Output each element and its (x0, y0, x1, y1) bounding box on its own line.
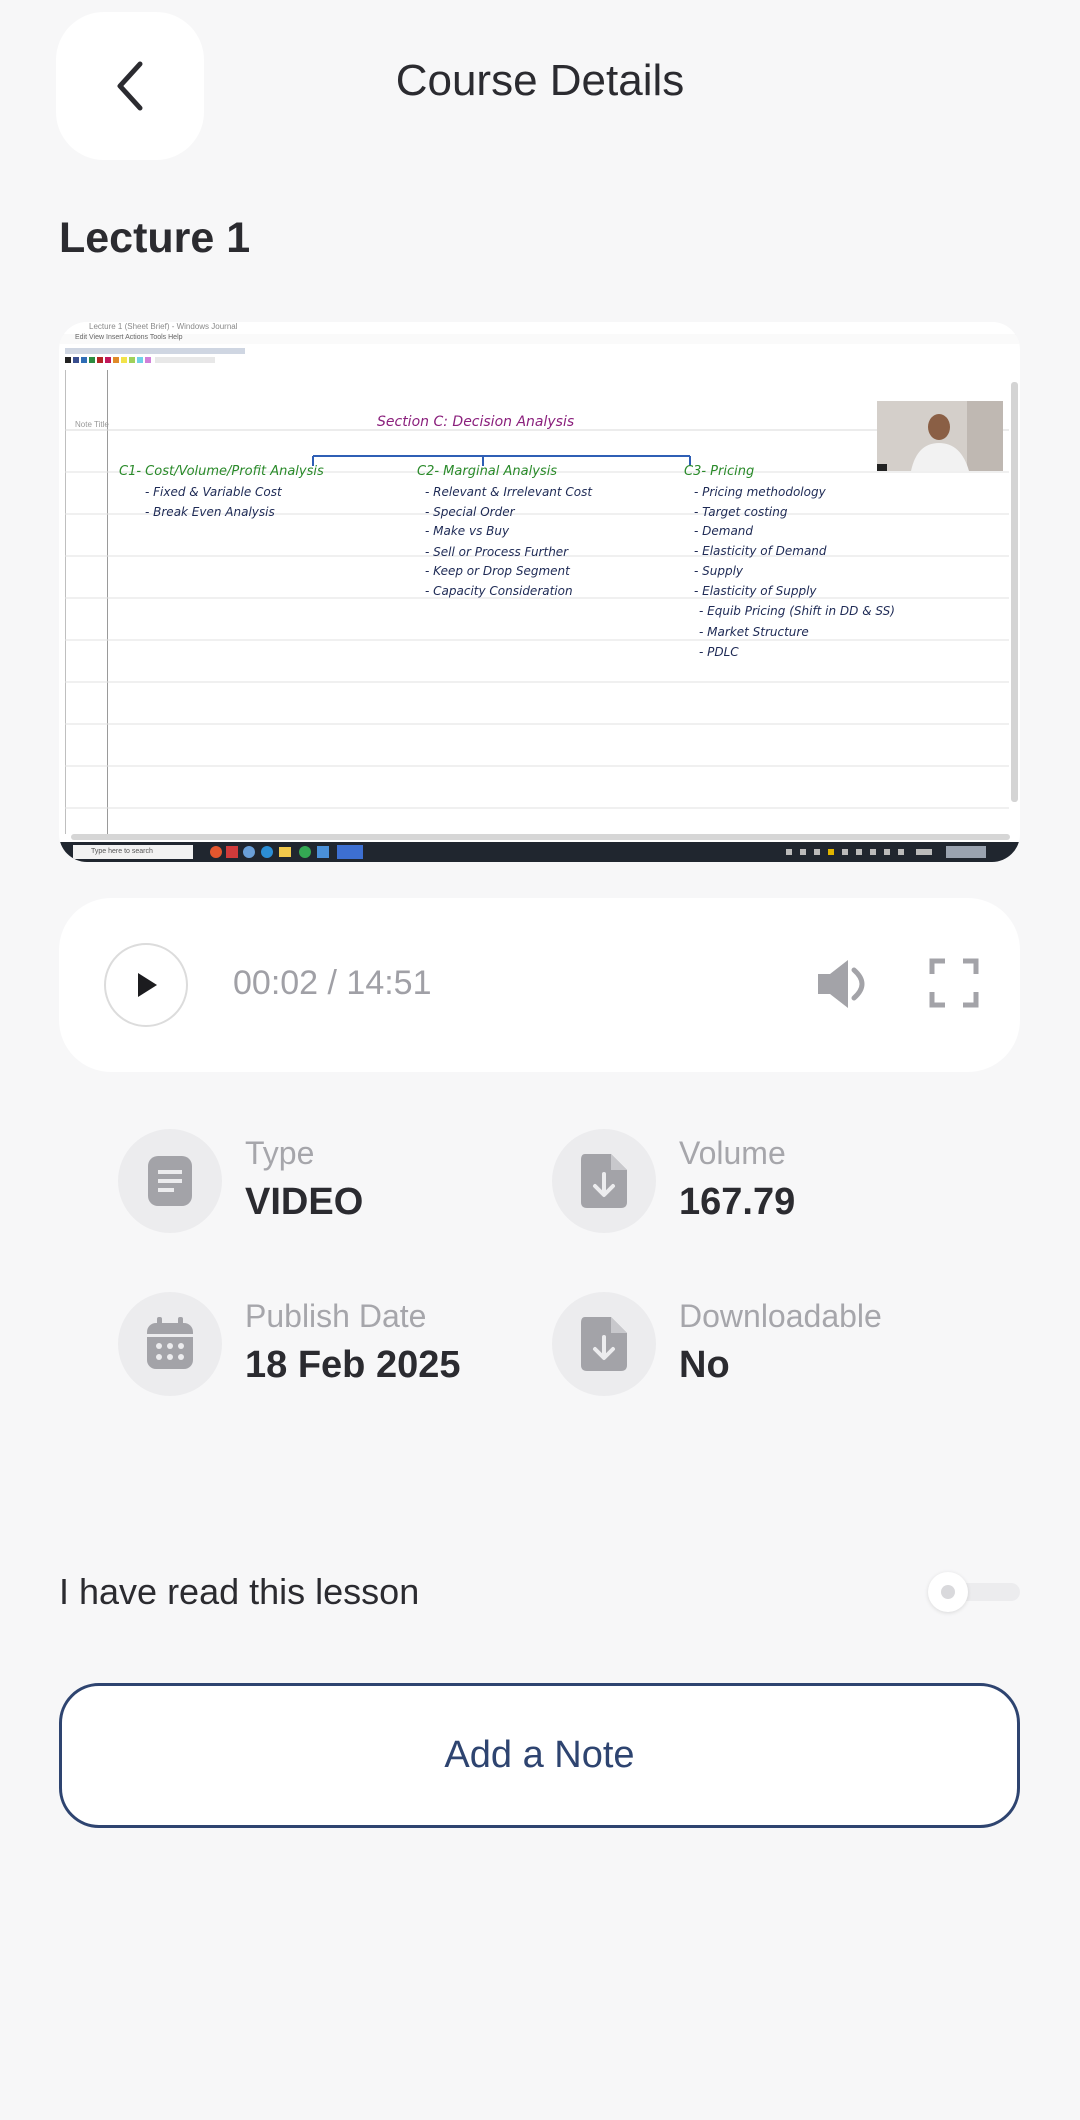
fullscreen-button[interactable] (929, 958, 979, 1008)
volume-icon (818, 960, 865, 1008)
fullscreen-icon (929, 958, 979, 1008)
volume-value: 167.79 (679, 1181, 796, 1223)
publish-date-label: Publish Date (245, 1298, 427, 1334)
downloadable-label: Downloadable (679, 1298, 882, 1334)
type-value: VIDEO (245, 1181, 364, 1223)
whiteboard-col1-item: - Break Even Analysis (145, 505, 275, 519)
whiteboard-col2-item: - Sell or Process Further (425, 545, 569, 559)
video-horizontal-scrollbar (71, 834, 1010, 840)
type-label: Type (245, 1135, 315, 1171)
info-volume: Volume 167.79 (552, 1129, 972, 1239)
whiteboard-col2-item: - Keep or Drop Segment (425, 564, 570, 578)
whiteboard-col3-item: - Elasticity of Supply (694, 584, 817, 598)
whiteboard-title: Section C: Decision Analysis (377, 414, 575, 430)
toggle-dot (941, 1585, 955, 1599)
webcam-thumbnail (877, 401, 1003, 471)
whiteboard-col3-item: - Elasticity of Demand (694, 544, 827, 558)
whiteboard-col3-item: - Supply (694, 564, 744, 578)
downloadable-value: No (679, 1344, 730, 1386)
volume-label: Volume (679, 1135, 786, 1171)
whiteboard-col3-item: - PDLC (699, 645, 739, 659)
whiteboard-col3-item: - Equib Pricing (Shift in DD & SS) (699, 604, 895, 618)
whiteboard-col2-item: - Relevant & Irrelevant Cost (425, 485, 593, 499)
file-download-icon (552, 1292, 656, 1396)
taskbar-icons (210, 845, 363, 859)
whiteboard-col1-head: C1- Cost/Volume/Profit Analysis (119, 464, 324, 479)
video-taskbar: Type here to search (59, 842, 1020, 862)
whiteboard-col2-head: C2- Marginal Analysis (417, 464, 558, 479)
video-vertical-scrollbar (1011, 382, 1018, 802)
whiteboard-col2-item: - Capacity Consideration (425, 584, 573, 598)
whiteboard-col3-item: - Target costing (694, 505, 788, 519)
add-note-button[interactable]: Add a Note (59, 1683, 1020, 1828)
whiteboard-col3-item: - Pricing methodology (694, 485, 826, 499)
publish-date-value: 18 Feb 2025 (245, 1344, 461, 1386)
playback-time: 00:02 / 14:51 (233, 964, 432, 1002)
whiteboard-col2-item: - Make vs Buy (425, 524, 510, 538)
play-button[interactable] (104, 943, 188, 1027)
volume-button[interactable] (814, 956, 874, 1012)
page-title: Course Details (395, 56, 685, 105)
calendar-icon (118, 1292, 222, 1396)
video-controls-bar: 00:02 / 14:51 (59, 898, 1020, 1072)
toggle-knob (928, 1572, 968, 1612)
taskbar-search: Type here to search (73, 845, 193, 859)
whiteboard-col3-head: C3- Pricing (684, 464, 755, 479)
file-download-icon (552, 1129, 656, 1233)
presenter-image (877, 401, 1003, 471)
whiteboard-col3-item: - Demand (694, 524, 754, 538)
info-type: Type VIDEO (118, 1129, 538, 1239)
lecture-title: Lecture 1 (59, 214, 251, 262)
video-player[interactable]: Lecture 1 (Sheet Brief) - Windows Journa… (59, 322, 1020, 862)
whiteboard-col2-item: - Special Order (425, 505, 515, 519)
info-downloadable: Downloadable No (552, 1292, 972, 1402)
read-lesson-toggle[interactable] (928, 1572, 1020, 1612)
system-tray-icons (786, 846, 986, 858)
whiteboard-col3-item: - Market Structure (699, 625, 809, 639)
read-lesson-label: I have read this lesson (59, 1571, 420, 1612)
document-icon (118, 1129, 222, 1233)
info-publish-date: Publish Date 18 Feb 2025 (118, 1292, 538, 1402)
whiteboard-col1-item: - Fixed & Variable Cost (145, 485, 282, 499)
play-icon (138, 973, 157, 997)
